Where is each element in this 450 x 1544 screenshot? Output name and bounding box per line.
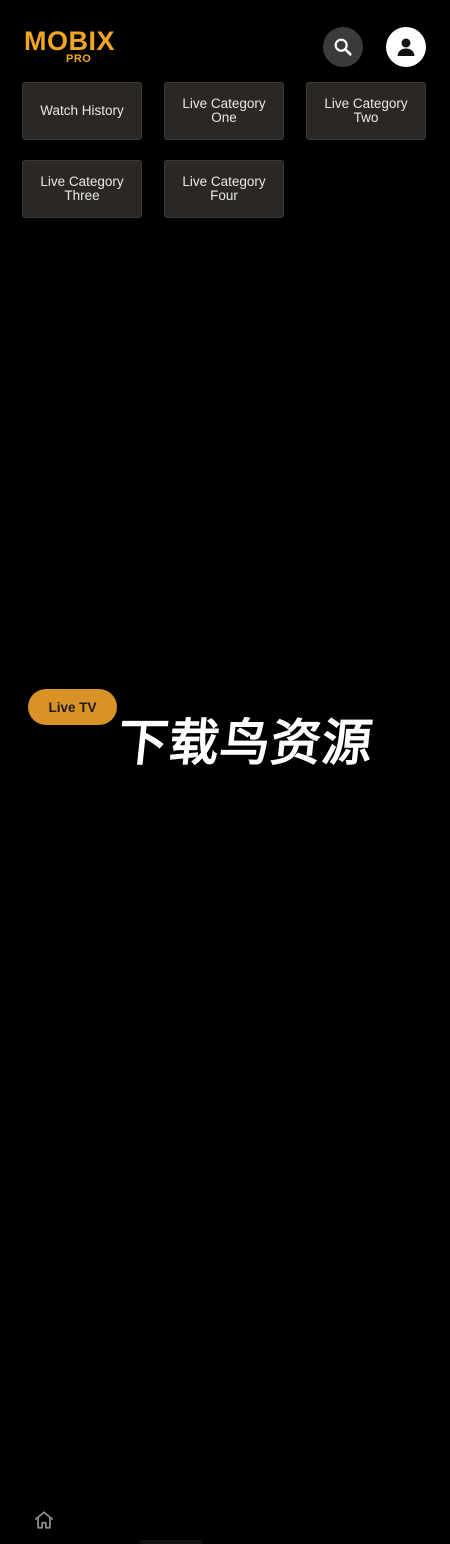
category-label: Live Category Two bbox=[324, 96, 408, 125]
category-tile-live-four[interactable]: Live Category Four bbox=[164, 160, 284, 218]
bottom-nav bbox=[0, 750, 450, 1544]
category-label: Live Category One bbox=[182, 96, 266, 125]
live-tv-label: Live TV bbox=[48, 699, 97, 715]
live-tv-button[interactable]: Live TV bbox=[28, 689, 117, 725]
category-grid: Watch History Live Category One Live Cat… bbox=[0, 0, 450, 240]
category-label: Live Category Four bbox=[182, 174, 266, 203]
category-tile-live-one[interactable]: Live Category One bbox=[164, 82, 284, 140]
category-label: Live Category Three bbox=[40, 174, 124, 203]
home-button[interactable] bbox=[31, 1508, 57, 1532]
category-tile-live-two[interactable]: Live Category Two bbox=[306, 82, 426, 140]
category-tile-live-three[interactable]: Live Category Three bbox=[22, 160, 142, 218]
nav-indicator bbox=[140, 1540, 202, 1544]
home-icon bbox=[33, 1510, 55, 1530]
category-label: Watch History bbox=[40, 103, 124, 118]
category-tile-watch-history[interactable]: Watch History bbox=[22, 82, 142, 140]
